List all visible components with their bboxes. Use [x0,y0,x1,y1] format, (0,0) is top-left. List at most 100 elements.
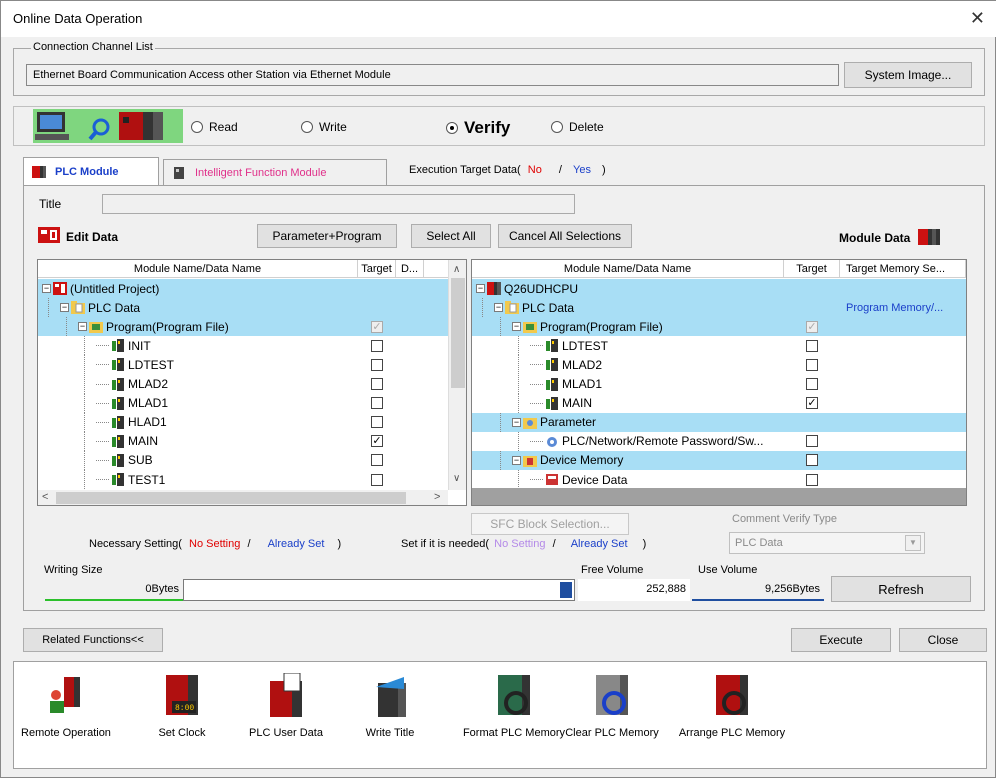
target-checkbox[interactable]: ✓ [371,320,383,333]
edit-data-label: Edit Data [66,229,119,244]
title-field[interactable] [102,194,575,214]
tree-row[interactable]: MAIN ✓ [38,431,448,451]
right-col-name-header[interactable]: Module Name/Data Name [472,260,784,277]
set-clock-function[interactable]: 8:00 Set Clock [127,673,237,739]
parameter-program-button[interactable]: Parameter+Program [257,224,397,248]
tree-row[interactable]: MAIN ✓ [472,393,966,413]
target-checkbox[interactable] [806,435,818,448]
tree-row[interactable]: SUB [38,450,448,470]
target-checkbox[interactable] [806,473,818,486]
select-all-button[interactable]: Select All [411,224,491,248]
scroll-right-icon[interactable]: > [434,491,440,503]
edit-data-horizontal-scrollbar[interactable]: < > [38,490,448,505]
chevron-down-icon[interactable]: ▼ [905,535,921,551]
target-checkbox[interactable]: ✓ [806,320,818,333]
close-icon[interactable]: ✕ [970,8,985,29]
tree-row[interactable]: MLAD2 [472,355,966,375]
tree-row[interactable]: Device Data [472,470,966,489]
format-plc-memory-function[interactable]: Format PLC Memory [459,673,569,739]
refresh-button[interactable]: Refresh [831,576,971,602]
scroll-thumb[interactable] [451,278,465,388]
tree-row[interactable]: MLAD2 [38,374,448,394]
tree-row[interactable]: MLAD1 [472,374,966,394]
program-icon [545,377,559,391]
tree-row[interactable]: − Program(Program File) ✓ [472,317,966,337]
scroll-up-icon[interactable]: ∧ [453,264,460,275]
tree-collapse-icon[interactable]: − [494,303,503,313]
tree-row[interactable]: LDTEST [38,355,448,375]
plc-user-data-function[interactable]: PLC User Data [231,672,341,739]
tree-collapse-icon[interactable]: − [512,417,521,427]
target-checkbox[interactable] [371,454,383,467]
write-title-function[interactable]: Write Title [335,673,445,739]
target-checkbox[interactable] [806,454,818,467]
left-col-d-header[interactable]: D... [396,260,424,277]
tree-collapse-icon[interactable]: − [512,322,521,332]
tree-row[interactable]: PLC/Network/Remote Password/Sw... [472,431,966,451]
function-label: Write Title [365,727,415,739]
tree-row-label: Device Memory [540,453,624,468]
free-volume-box: 252,888 [578,579,690,601]
target-checkbox[interactable]: ✓ [371,435,383,448]
target-checkbox[interactable] [371,397,383,410]
edit-data-vertical-scrollbar[interactable]: ∧ ∨ [448,260,466,490]
target-checkbox[interactable] [806,358,818,371]
read-label: Read [209,120,238,134]
tree-row[interactable]: LDTEST [472,336,966,356]
close-button[interactable]: Close [899,628,987,652]
tree-row[interactable]: HLAD1 [38,412,448,432]
scroll-left-icon[interactable]: < [42,491,48,503]
read-radio[interactable]: Read [191,120,238,134]
target-checkbox[interactable]: ✓ [806,397,818,410]
tab-plc-module[interactable]: PLC Module [23,157,159,185]
module-data-tree: Module Name/Data Name Target Target Memo… [471,259,967,506]
refresh-label: Refresh [878,581,924,597]
write-radio[interactable]: Write [301,120,347,134]
right-col-memory-header[interactable]: Target Memory Se... [840,260,966,277]
target-checkbox[interactable] [806,339,818,352]
system-image-button[interactable]: System Image... [844,62,972,88]
sfc-block-selection-button[interactable]: SFC Block Selection... [471,513,629,535]
tab-intelligent-function-module[interactable]: Intelligent Function Module [163,159,387,185]
target-checkbox[interactable] [371,339,383,352]
tree-row[interactable]: − Parameter [472,412,966,432]
target-checkbox[interactable] [371,378,383,390]
arrange-plc-memory-function[interactable]: Arrange PLC Memory [677,673,787,739]
function-label: Remote Operation [21,727,111,739]
parameter-icon [523,416,537,429]
clear-plc-memory-function[interactable]: Clear PLC Memory [557,673,667,739]
tree-row[interactable]: MLAD1 [38,393,448,413]
target-checkbox[interactable] [806,378,818,390]
target-checkbox[interactable] [371,358,383,371]
right-col-target-header[interactable]: Target [784,260,840,277]
cancel-all-selections-button[interactable]: Cancel All Selections [498,224,632,248]
left-col-name-header[interactable]: Module Name/Data Name [38,260,358,277]
remote-operation-function[interactable]: Remote Operation [11,673,121,739]
tree-row[interactable]: − Program(Program File) ✓ [38,317,448,337]
verify-radio[interactable]: Verify [446,118,510,138]
tree-row[interactable]: − PLC Data [38,298,448,318]
delete-radio[interactable]: Delete [551,120,604,134]
tree-row[interactable]: INIT [38,336,448,356]
tree-collapse-icon[interactable]: − [78,322,87,332]
tree-collapse-icon[interactable]: − [60,303,69,313]
tree-collapse-icon[interactable]: − [512,455,521,465]
tree-row[interactable]: − Q26UDHCPU [472,279,966,298]
scroll-down-icon[interactable]: ∨ [453,473,460,484]
program-icon [111,415,125,429]
target-checkbox[interactable] [371,416,383,429]
target-checkbox[interactable] [371,473,383,486]
tree-row[interactable]: − PLC Data Program Memory/... [472,298,966,318]
tree-collapse-icon[interactable]: − [42,284,51,293]
module-data-tree-header: Module Name/Data Name Target Target Memo… [472,260,966,278]
tree-row[interactable]: TEST1 [38,470,448,489]
execute-button[interactable]: Execute [791,628,891,652]
tree-row[interactable]: − (Untitled Project) [38,279,448,298]
left-col-target-header[interactable]: Target [358,260,396,277]
tree-collapse-icon[interactable]: − [476,284,485,293]
tree-row[interactable]: − Device Memory [472,450,966,470]
related-functions-button[interactable]: Related Functions<< [23,628,163,652]
h-scroll-thumb[interactable] [56,492,406,504]
comment-verify-type-select[interactable]: PLC Data ▼ [729,532,925,554]
program-icon [545,358,559,372]
